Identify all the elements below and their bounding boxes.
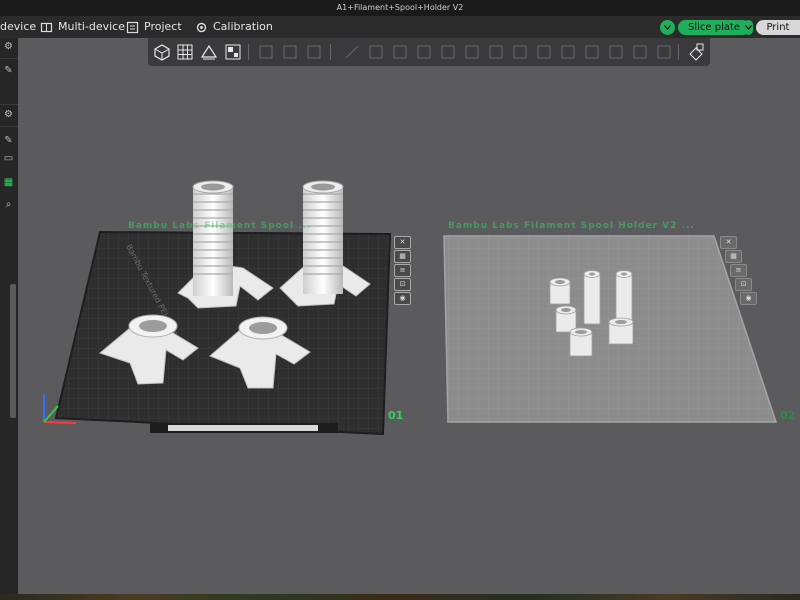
plate-2-label: Bambu Labs Filament Spool Holder V2 ... [448,221,695,231]
top-toolbar [148,38,710,66]
slice-dropdown-icon[interactable] [660,20,675,35]
color-paint-icon[interactable] [414,42,434,62]
orient-icon[interactable] [199,42,219,62]
search-icon[interactable]: ⌕ [2,198,15,211]
calibration-icon [196,22,207,32]
print-dropdown-icon[interactable] [744,20,754,35]
slice-plate-button[interactable]: Slice plate [660,20,751,35]
cut-icon[interactable] [342,42,362,62]
filament-settings-icon[interactable]: ⚙ [2,108,15,121]
edit-icon-2[interactable]: ✎ [2,134,15,147]
svg-icon[interactable] [630,42,650,62]
brim-ears-icon[interactable] [510,42,530,62]
print-plate-button[interactable]: Print plat [744,20,800,48]
plate-2-number: 02 [780,409,796,422]
background-photo-strip [0,594,800,600]
printer-settings-icon[interactable]: ⚙ [2,40,15,53]
x-axis [43,421,77,424]
plate-2-close-icon[interactable]: ✕ [720,236,737,249]
variable-layer-icon[interactable] [486,42,506,62]
plate-2-settings-icon[interactable]: ≡ [730,264,747,277]
3d-viewport[interactable]: Bambu Textured PEI Plate Bambu Labs Fila… [18,38,800,594]
menu-multi-device[interactable]: Multi-device [40,16,125,38]
menu-project-label: Project [144,20,182,33]
plate-2-grid-icon[interactable]: ▦ [725,250,742,263]
menu-calibration-label: Calibration [213,20,273,33]
plate-2-eye-icon[interactable]: ◉ [740,292,757,305]
plate-1-settings-icon[interactable]: ≡ [394,264,411,277]
menu-device-label: device [0,20,37,33]
menu-multi-device-label: Multi-device [58,20,125,33]
y-axis [43,405,59,423]
plate-layout-icon[interactable] [223,42,243,62]
window-title-bar: A1+Filament+Spool+Holder V2 [0,0,800,16]
plate-1-close-icon[interactable]: ✕ [394,236,411,249]
folder-icon[interactable]: ▭ [2,152,15,165]
emboss-icon[interactable] [606,42,626,62]
simplify-icon[interactable] [654,42,674,62]
sidebar-scrollbar[interactable] [10,284,16,418]
objects-icon[interactable]: ▦ [2,176,15,189]
plate-2-lock-icon[interactable]: ⊡ [735,278,752,291]
menu-project[interactable]: Project [126,16,182,38]
project-icon [126,21,139,33]
plate-1-lock-icon[interactable]: ⊡ [394,278,411,291]
split-parts-icon[interactable] [558,42,578,62]
main-menu-bar: device Multi-device Project Calibration … [0,16,800,48]
menu-device[interactable]: device [0,16,36,38]
seam-paint-icon[interactable] [390,42,410,62]
plate-1-grid-icon[interactable]: ▦ [394,250,411,263]
move-icon[interactable] [256,42,276,62]
scene-canvas: Bambu Textured PEI Plate [43,180,778,436]
grid-arrange-icon[interactable] [175,42,195,62]
split-objects-icon[interactable] [534,42,554,62]
scale-icon[interactable] [304,42,324,62]
multi-device-icon [40,22,53,32]
measure-icon[interactable] [438,42,458,62]
menu-calibration[interactable]: Calibration [195,16,273,38]
boolean-icon[interactable] [582,42,602,62]
rotate-icon[interactable] [280,42,300,62]
add-cube-icon[interactable] [152,42,172,62]
window-title: A1+Filament+Spool+Holder V2 [336,3,464,12]
assembly-icon[interactable] [686,42,706,62]
plate-1-eye-icon[interactable]: ◉ [394,292,411,305]
edit-icon[interactable]: ✎ [2,64,15,77]
plate-1-number: 01 [388,409,404,422]
slice-plate-label: Slice plate [678,20,751,35]
support-paint-icon[interactable] [366,42,386,62]
plate-1-label: Bambu Labs Filament Spool ... [128,221,312,231]
print-plate-label: Print plat [756,20,800,48]
left-sidebar-strip: ⚙ ✎ ⚙ ✎ ▭ ▦ ⌕ [0,38,18,594]
text-icon[interactable] [462,42,482,62]
plate-1-name-field[interactable] [168,425,318,431]
